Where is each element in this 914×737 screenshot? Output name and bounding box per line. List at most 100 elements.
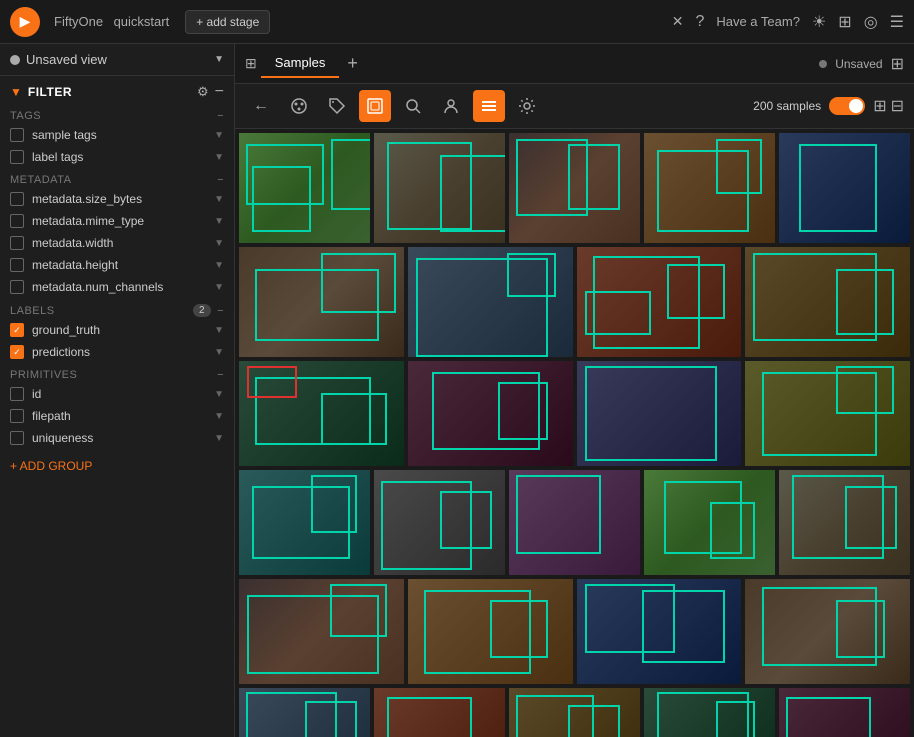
grid-cell-4-0[interactable] [239, 579, 404, 684]
grid-cell-0-3[interactable] [644, 133, 775, 243]
metadata-size-label: metadata.size_bytes [32, 192, 206, 206]
grid-cell-5-4[interactable] [779, 688, 910, 737]
metadata-width-item[interactable]: metadata.width ▼ [0, 232, 234, 254]
sun-icon[interactable]: ☀ [812, 12, 826, 32]
grid-row-3 [239, 470, 910, 575]
grid-cell-5-3[interactable] [644, 688, 775, 737]
predictions-checkbox[interactable] [10, 345, 24, 359]
metadata-size-checkbox[interactable] [10, 192, 24, 206]
grid-view-icon[interactable]: ⊞ [891, 54, 904, 74]
gear-icon[interactable]: ⚙ [197, 84, 209, 100]
view-selector[interactable]: Unsaved view ▼ [0, 44, 234, 76]
grid-cell-3-4[interactable] [779, 470, 910, 575]
metadata-channels-item[interactable]: metadata.num_channels ▼ [0, 276, 234, 298]
toggle-slider[interactable] [829, 97, 865, 115]
palette-button[interactable] [283, 90, 315, 122]
close-icon[interactable]: ✕ [672, 13, 684, 30]
grid-icon[interactable]: ⊞ [838, 12, 851, 32]
metadata-mime-item[interactable]: metadata.mime_type ▼ [0, 210, 234, 232]
github-icon[interactable]: ◎ [864, 12, 878, 32]
search-button[interactable] [397, 90, 429, 122]
metadata-width-arrow-icon: ▼ [214, 238, 224, 249]
metadata-size-item[interactable]: metadata.size_bytes ▼ [0, 188, 234, 210]
ground-truth-label: ground_truth [32, 323, 206, 337]
ground-truth-checkbox[interactable] [10, 323, 24, 337]
grid-row-2 [239, 361, 910, 466]
view-dot [10, 55, 20, 65]
filepath-checkbox[interactable] [10, 409, 24, 423]
grid-cell-1-1[interactable] [408, 247, 573, 357]
sample-tags-checkbox[interactable] [10, 128, 24, 142]
tab-samples[interactable]: Samples [261, 49, 340, 78]
filter-collapse-icon[interactable]: − [215, 84, 224, 100]
tab-grid-icon[interactable]: ⊞ [245, 55, 257, 72]
grid-cell-4-2[interactable] [577, 579, 742, 684]
metadata-height-item[interactable]: metadata.height ▼ [0, 254, 234, 276]
grid-cell-0-4[interactable] [779, 133, 910, 243]
grid-cell-3-0[interactable] [239, 470, 370, 575]
label-tags-item[interactable]: label tags ▼ [0, 146, 234, 168]
metadata-minus-icon[interactable]: − [217, 174, 224, 186]
filepath-label: filepath [32, 409, 206, 423]
grid-cell-1-0[interactable] [239, 247, 404, 357]
tabs-right: Unsaved ⊞ [819, 54, 904, 74]
tags-section: TAGS − [0, 104, 234, 124]
grid-icons: ⊞ ⊟ [873, 96, 904, 116]
uniqueness-item[interactable]: uniqueness ▼ [0, 427, 234, 449]
metadata-width-checkbox[interactable] [10, 236, 24, 250]
grid-row-5 [239, 688, 910, 737]
grid-cell-5-0[interactable] [239, 688, 370, 737]
metadata-mime-label: metadata.mime_type [32, 214, 206, 228]
filepath-item[interactable]: filepath ▼ [0, 405, 234, 427]
metadata-height-checkbox[interactable] [10, 258, 24, 272]
person-button[interactable] [435, 90, 467, 122]
ground-truth-item[interactable]: ground_truth ▼ [0, 319, 234, 341]
help-icon[interactable]: ? [695, 13, 704, 31]
menu-icon[interactable]: ☰ [890, 12, 904, 32]
grid-cell-2-2[interactable] [577, 361, 742, 466]
grid-cell-0-2[interactable] [509, 133, 640, 243]
tabs-bar: ⊞ Samples + Unsaved ⊞ [235, 44, 914, 84]
back-button[interactable]: ← [245, 90, 277, 122]
grid-cell-2-3[interactable] [745, 361, 910, 466]
grid-cell-4-1[interactable] [408, 579, 573, 684]
box-select-button[interactable] [359, 90, 391, 122]
tags-minus-icon[interactable]: − [217, 110, 224, 122]
grid-cell-1-3[interactable] [745, 247, 910, 357]
grid-cell-0-0[interactable] [239, 133, 370, 243]
metadata-channels-checkbox[interactable] [10, 280, 24, 294]
metadata-mime-checkbox[interactable] [10, 214, 24, 228]
primitives-minus-icon[interactable]: − [217, 369, 224, 381]
id-item[interactable]: id ▼ [0, 383, 234, 405]
add-group-button[interactable]: + ADD GROUP [0, 449, 234, 483]
grid-cell-3-2[interactable] [509, 470, 640, 575]
main-layout: Unsaved view ▼ ▼ FILTER ⚙ − TAGS − sampl… [0, 44, 914, 737]
uniqueness-checkbox[interactable] [10, 431, 24, 445]
tag-button[interactable] [321, 90, 353, 122]
grid-cell-4-3[interactable] [745, 579, 910, 684]
label-tags-checkbox[interactable] [10, 150, 24, 164]
tab-add-button[interactable]: + [343, 49, 362, 78]
predictions-label: predictions [32, 345, 206, 359]
grid-cell-2-1[interactable] [408, 361, 573, 466]
grid-cell-1-2[interactable] [577, 247, 742, 357]
grid-cell-5-1[interactable] [374, 688, 505, 737]
grid-cell-3-1[interactable] [374, 470, 505, 575]
grid-row-0 [239, 133, 910, 243]
sample-tags-item[interactable]: sample tags ▼ [0, 124, 234, 146]
grid-view-small-icon[interactable]: ⊞ [873, 96, 886, 116]
add-stage-button[interactable]: + add stage [185, 10, 270, 34]
grid-cell-0-1[interactable] [374, 133, 505, 243]
predictions-item[interactable]: predictions ▼ [0, 341, 234, 363]
grid-cell-3-3[interactable] [644, 470, 775, 575]
settings-button[interactable] [511, 90, 543, 122]
grid-cell-5-2[interactable] [509, 688, 640, 737]
grid-view-large-icon[interactable]: ⊟ [891, 96, 904, 116]
id-checkbox[interactable] [10, 387, 24, 401]
grid-cell-2-0[interactable] [239, 361, 404, 466]
list-view-button[interactable] [473, 90, 505, 122]
label-tags-arrow-icon: ▼ [214, 152, 224, 163]
labels-minus-icon[interactable]: − [217, 305, 224, 317]
grid-row-1 [239, 247, 910, 357]
metadata-width-label: metadata.width [32, 236, 206, 250]
